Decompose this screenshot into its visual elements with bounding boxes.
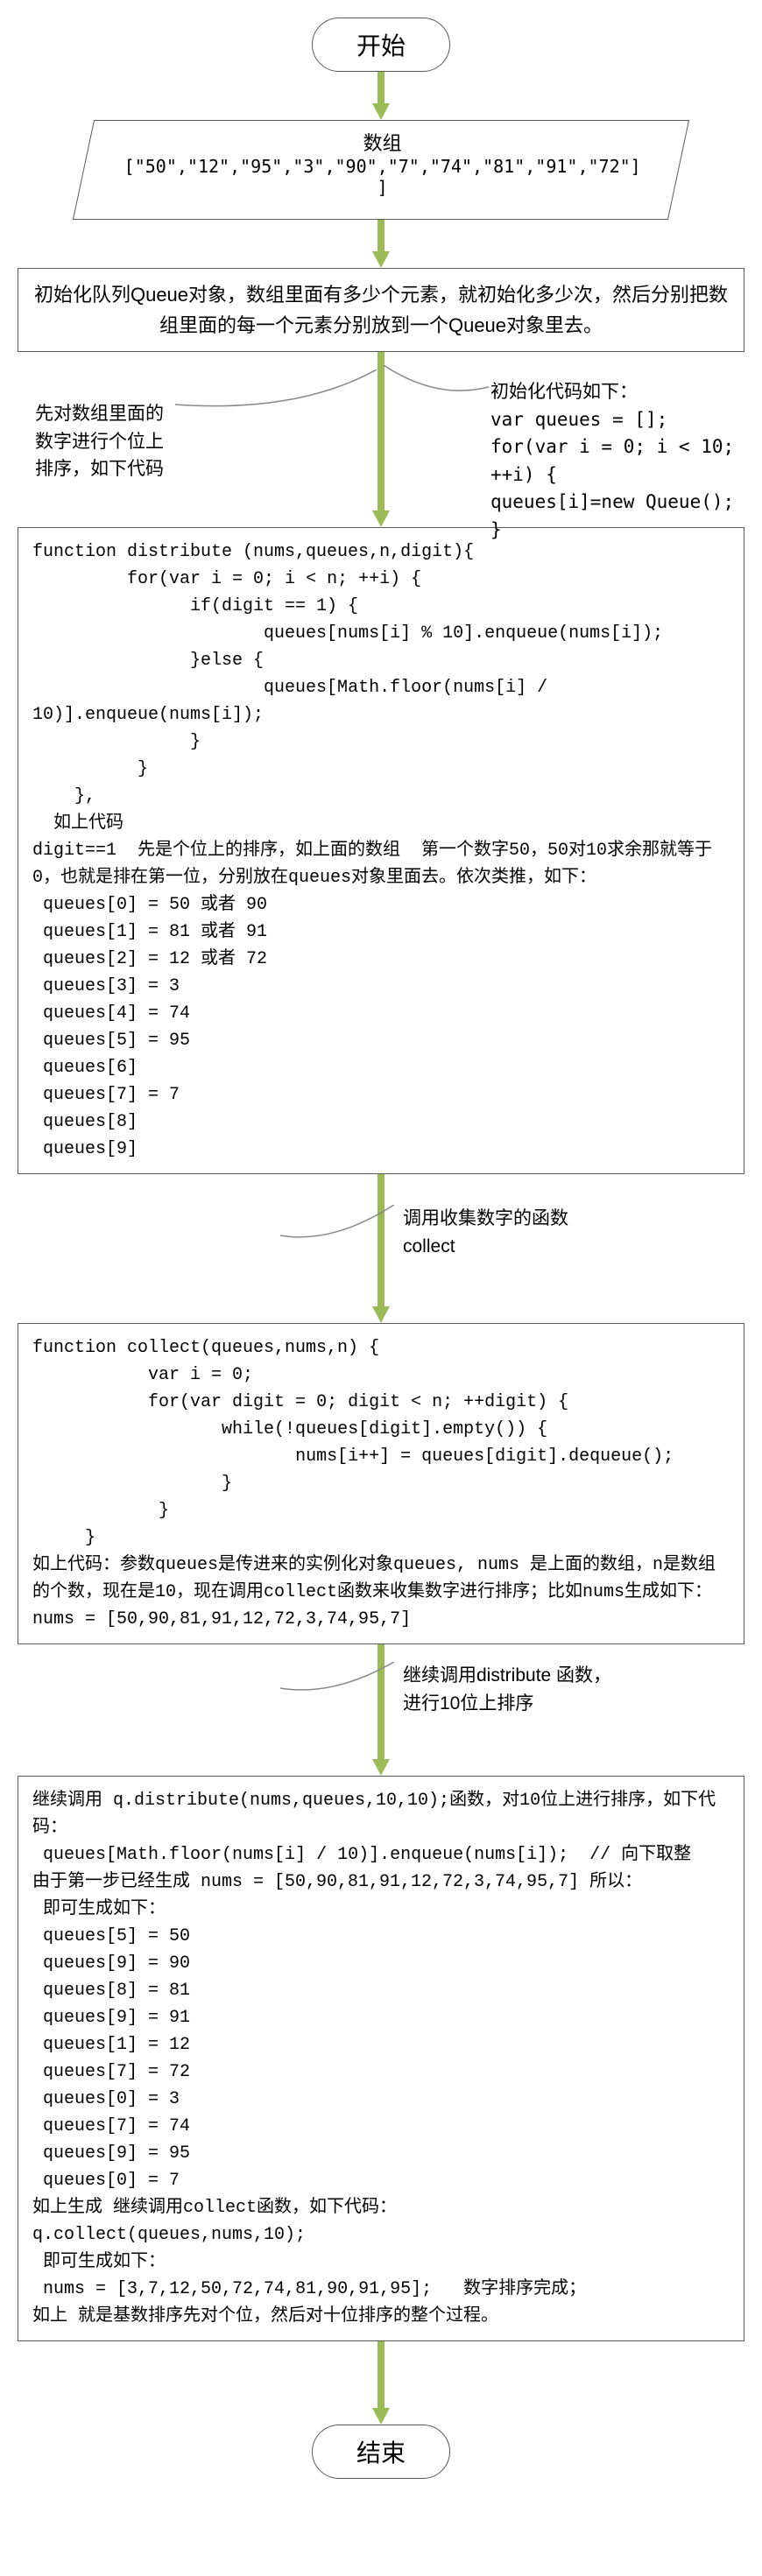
tens-digit-step: 继续调用 q.distribute(nums,queues,10,10);函数，… [18,1776,744,2341]
init-queue-text: 初始化队列Queue对象，数组里面有多少个元素，就初始化多少次，然后分别把数组里… [34,284,728,336]
arrow-1 [0,72,762,120]
data-array-content: ["50","12","95","3","90","7","74","81","… [121,156,645,177]
collect-code-step: function collect(queues,nums,n) { var i … [18,1323,744,1644]
annotation-group-1: 先对数组里面的 数字进行个位上 排序，如下代码 初始化代码如下： var que… [18,352,744,527]
distribute-code-step: function distribute (nums,queues,n,digit… [18,527,744,1174]
start-label: 开始 [356,32,406,60]
end-terminator: 结束 [312,2425,450,2479]
data-input-block: 数组 ["50","12","95","3","90","7","74","81… [74,120,688,220]
start-terminator: 开始 [312,18,450,72]
init-queue-step: 初始化队列Queue对象，数组里面有多少个元素，就初始化多少次，然后分别把数组里… [18,268,744,352]
annotation-right-3: 继续调用distribute 函数， 进行10位上排序 [403,1662,611,1717]
annotation-right-1: 初始化代码如下： var queues = []; for(var i = 0;… [490,378,744,544]
arrow-6 [0,2341,762,2425]
callout-line-3 [280,1662,394,1706]
annotation-group-2: 调用收集数字的函数 collect [18,1174,744,1323]
arrow-icon [370,72,392,120]
arrow-icon [370,2341,392,2425]
annotation-left-1: 先对数组里面的 数字进行个位上 排序，如下代码 [35,400,164,483]
arrow-icon [370,220,392,268]
data-parallelogram: 数组 ["50","12","95","3","90","7","74","81… [73,120,689,220]
annotation-group-3: 继续调用distribute 函数， 进行10位上排序 [18,1644,744,1776]
data-array-close: ] [121,177,645,198]
annotation-right-2: 调用收集数字的函数 collect [403,1205,568,1260]
callout-line-right [384,365,489,409]
callout-line-2 [280,1205,394,1253]
callout-line-left [175,370,377,440]
arrow-2 [0,220,762,268]
end-label: 结束 [356,2439,406,2467]
data-array-label: 数组 [121,128,645,156]
flowchart-container: 开始 数组 ["50","12","95","3","90","7","74",… [0,18,762,2479]
